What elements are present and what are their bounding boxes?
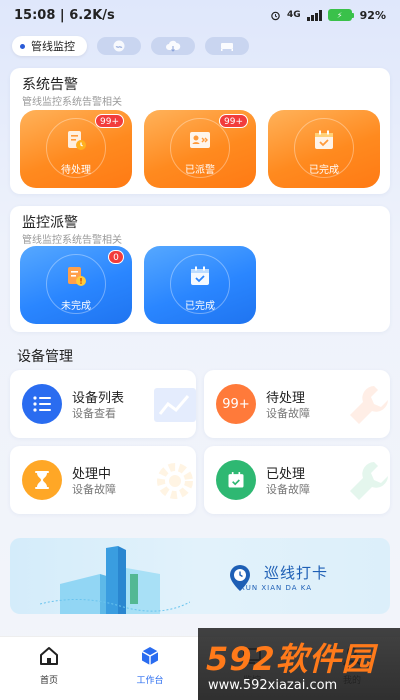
signal-icon	[306, 9, 322, 21]
watermark-logo: 592软件园	[206, 640, 375, 678]
calendar-check-icon	[191, 266, 209, 285]
count-badge: 0	[108, 250, 124, 264]
banner-title: 巡线打卡	[264, 564, 329, 582]
tile-label: 已完成	[309, 165, 339, 176]
status-bar: 15:08 | 6.2K/s 4G ⚡ 92%	[0, 0, 400, 30]
device-card-title: 设备列表	[72, 391, 125, 406]
water-icon	[113, 40, 125, 52]
count-badge: 99+	[219, 114, 248, 128]
device-card-subtitle: 设备查看	[72, 407, 116, 420]
nav-label: 工作台	[136, 676, 164, 686]
system-alarm-card: 系统告警 管线监控系统告警相关 待处理 99+ 已派警 99+ 已完成	[10, 68, 390, 194]
device-card-subtitle: 设备故障	[72, 483, 116, 496]
status-speed: 6.2K/s	[69, 7, 115, 23]
cloud-icon	[166, 40, 181, 52]
person-send-icon	[190, 132, 210, 148]
gear-decoration-icon	[157, 463, 193, 499]
nav-label: 首页	[39, 676, 58, 686]
device-list-card[interactable]: 设备列表 设备查看	[10, 370, 196, 438]
device-card-title: 已处理	[266, 467, 306, 482]
network-type: 4G	[287, 10, 301, 20]
device-card-title: 待处理	[266, 391, 306, 406]
clipboard-clock-icon	[68, 131, 86, 150]
status-time-speed: 15:08 | 6.2K/s	[14, 7, 115, 23]
card-subtitle: 管线监控系统告警相关	[22, 97, 122, 108]
nav-workbench[interactable]: 工作台	[120, 645, 180, 686]
device-pending-card[interactable]: 99+ 待处理 设备故障	[204, 370, 390, 438]
watermark-url: www.592xiazai.com	[208, 678, 338, 693]
tile-label: 已派警	[185, 165, 215, 176]
tile-label: 已完成	[185, 301, 215, 312]
chart-decoration-icon	[154, 388, 196, 422]
cube-icon	[141, 647, 159, 665]
patrol-checkin-banner[interactable]: 巡线打卡 XUN XIAN DA KA	[10, 538, 390, 614]
card-title: 监控派警	[22, 215, 78, 231]
status-time: 15:08	[14, 7, 56, 23]
tile-unfinished[interactable]: 未完成 0	[20, 246, 132, 324]
tile-label: 未完成	[61, 301, 91, 312]
calendar-check-icon	[315, 130, 333, 149]
pending-count-icon: 99+	[216, 384, 256, 424]
active-dot-icon	[20, 43, 25, 49]
site-watermark: 592软件园 www.592xiazai.com	[198, 628, 400, 700]
calendar-check-icon	[216, 460, 256, 500]
device-card-subtitle: 设备故障	[266, 407, 310, 420]
bed-icon	[221, 43, 233, 51]
list-icon	[22, 384, 62, 424]
city-illustration-icon	[40, 546, 190, 614]
tile-dispatched[interactable]: 已派警 99+	[144, 110, 256, 188]
home-icon	[40, 647, 58, 665]
device-card-subtitle: 设备故障	[266, 483, 310, 496]
alarm-clock-icon	[271, 11, 280, 20]
device-processed-card[interactable]: 已处理 设备故障	[204, 446, 390, 514]
wrench-decoration-icon	[350, 462, 388, 500]
clipboard-alert-icon	[68, 267, 86, 286]
battery-icon: ⚡	[327, 9, 354, 21]
card-subtitle: 管线监控系统告警相关	[22, 235, 122, 246]
nav-home[interactable]: 首页	[19, 645, 79, 686]
tab-label: 管线监控	[31, 40, 75, 53]
battery-percent: 92%	[359, 8, 386, 22]
device-card-title: 处理中	[72, 467, 112, 482]
device-processing-card[interactable]: 处理中 设备故障	[10, 446, 196, 514]
tile-completed[interactable]: 已完成	[144, 246, 256, 324]
card-title: 系统告警	[22, 77, 78, 93]
hourglass-icon	[22, 460, 62, 500]
tab-pipeline-monitor[interactable]: 管线监控	[12, 36, 87, 56]
wrench-decoration-icon	[350, 386, 388, 424]
tab-cloud[interactable]	[151, 37, 195, 55]
tab-bed[interactable]	[205, 37, 249, 55]
banner-subtitle: XUN XIAN DA KA	[240, 584, 313, 592]
top-tab-bar: 管线监控	[12, 36, 249, 56]
tile-pending[interactable]: 待处理 99+	[20, 110, 132, 188]
tab-water[interactable]	[97, 37, 141, 55]
section-title-devices: 设备管理	[17, 349, 73, 365]
tile-label: 待处理	[61, 165, 91, 176]
count-badge: 99+	[95, 114, 124, 128]
tile-completed[interactable]: 已完成	[268, 110, 380, 188]
status-indicators: 4G ⚡ 92%	[270, 9, 386, 22]
monitor-dispatch-card: 监控派警 管线监控系统告警相关 未完成 0 已完成	[10, 206, 390, 332]
